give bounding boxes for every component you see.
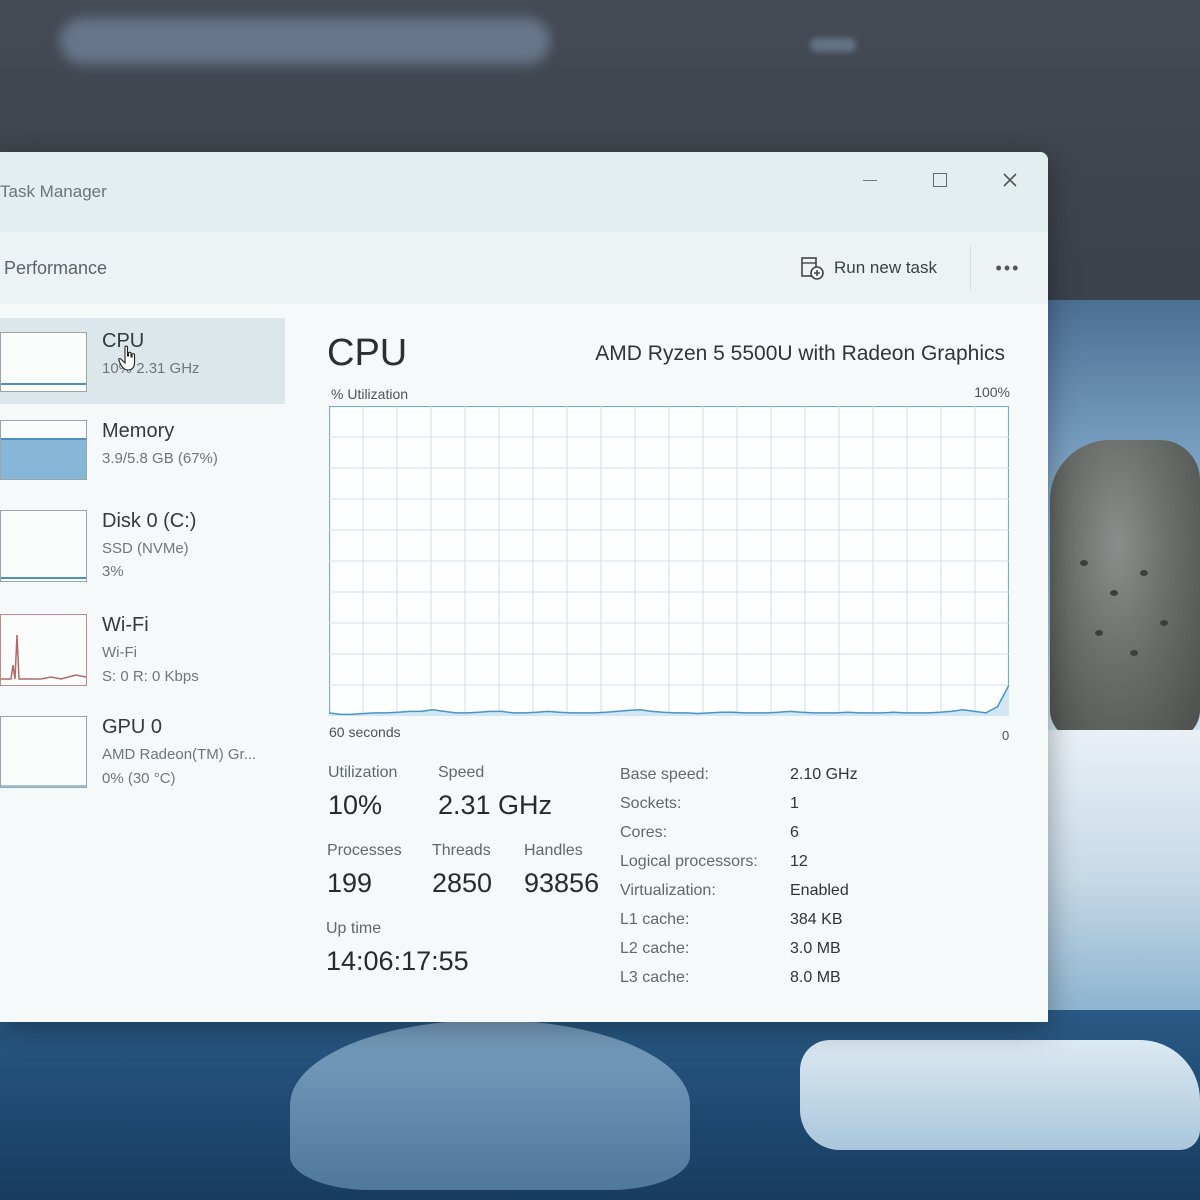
wifi-thumbnail-graph: [0, 614, 87, 686]
blurred-window-controls: [810, 38, 856, 52]
sidebar-item-subtitle: 10% 2.31 GHz: [102, 360, 200, 377]
speed-value: 2.31 GHz: [438, 790, 553, 820]
window-title: Task Manager: [0, 182, 107, 201]
sidebar-item-subtitle: Wi-Fi: [102, 644, 137, 661]
spec-value-logical-processors: 12: [790, 853, 808, 870]
cpu-model-name: AMD Ryzen 5 5500U with Radeon Graphics: [595, 342, 1005, 365]
run-new-task-icon: [801, 257, 824, 280]
spec-key-l3-cache: L3 cache:: [620, 969, 690, 986]
speed-label: Speed: [438, 764, 485, 781]
utilization-value: 10%: [328, 790, 383, 820]
cpu-utilization-graph: [329, 406, 1009, 716]
spec-value-l2-cache: 3.0 MB: [790, 940, 841, 957]
wifi-sparkline: [1, 634, 86, 680]
close-icon: [1003, 173, 1017, 187]
spec-key-base-speed: Base speed:: [620, 766, 709, 783]
sidebar-item-gpu[interactable]: GPU 0 AMD Radeon(TM) Gr... 0% (30 °C): [0, 702, 285, 788]
sidebar-item-detail: 3%: [102, 563, 124, 580]
processes-value: 199: [327, 868, 373, 898]
close-button[interactable]: [990, 160, 1030, 200]
sidebar-item-wifi[interactable]: Wi-Fi Wi-Fi S: 0 R: 0 Kbps: [0, 600, 285, 686]
uptime-value: 14:06:17:55: [326, 946, 469, 976]
sidebar-item-subtitle: AMD Radeon(TM) Gr...: [102, 746, 257, 763]
sidebar-item-disk[interactable]: Disk 0 (C:) SSD (NVMe) 3%: [0, 498, 285, 584]
performance-sidebar: CPU 10% 2.31 GHz Memory 3.9/5.8 GB (67%)…: [0, 304, 300, 1022]
graph-x-right-label: 0: [1002, 728, 1010, 743]
sidebar-item-detail: 0% (30 °C): [102, 770, 176, 787]
minimize-button[interactable]: [850, 160, 890, 200]
maximize-button[interactable]: [920, 160, 960, 200]
graph-x-left-label: 60 seconds: [329, 724, 401, 740]
processes-label: Processes: [327, 842, 402, 859]
run-new-task-button[interactable]: Run new task: [800, 252, 937, 284]
sidebar-item-subtitle: 3.9/5.8 GB (67%): [102, 450, 218, 467]
threads-value: 2850: [432, 868, 493, 898]
wallpaper-ice-reflection: [290, 1020, 690, 1190]
memory-thumbnail-graph: [0, 420, 87, 480]
disk-thumbnail-graph: [0, 510, 87, 582]
sidebar-item-cpu[interactable]: CPU 10% 2.31 GHz: [0, 318, 285, 404]
spec-value-cores: 6: [790, 824, 799, 841]
spec-key-l1-cache: L1 cache:: [620, 911, 690, 928]
wallpaper-seal: [1050, 440, 1200, 740]
blurred-window-title: [60, 18, 550, 64]
uptime-label: Up time: [326, 920, 382, 937]
mouse-cursor-icon: [118, 345, 136, 371]
more-options-button[interactable]: •••: [988, 252, 1028, 284]
handles-label: Handles: [524, 842, 583, 859]
spec-value-l1-cache: 384 KB: [790, 911, 843, 928]
spec-key-virtualization: Virtualization:: [620, 882, 716, 899]
run-new-task-label: Run new task: [834, 258, 937, 277]
sidebar-item-title: Wi-Fi: [102, 614, 149, 636]
spec-value-virtualization: Enabled: [790, 882, 849, 899]
spec-value-base-speed: 2.10 GHz: [790, 766, 858, 783]
page-title: Performance: [4, 258, 108, 278]
graph-grid: [329, 406, 1009, 716]
cpu-detail-panel: CPU AMD Ryzen 5 5500U with Radeon Graphi…: [300, 304, 1048, 1022]
toolbar-separator: [970, 246, 971, 290]
title-bar[interactable]: Task Manager: [0, 152, 1048, 232]
graph-y-label: % Utilization: [331, 386, 409, 402]
cpu-heading: CPU: [327, 332, 408, 374]
sidebar-item-subtitle: SSD (NVMe): [102, 540, 189, 557]
graph-y-max-label: 100%: [974, 384, 1010, 400]
utilization-label: Utilization: [328, 764, 398, 781]
sidebar-item-title: Memory: [102, 420, 175, 442]
gpu-thumbnail-graph: [0, 716, 87, 788]
spec-value-l3-cache: 8.0 MB: [790, 969, 841, 986]
spec-key-logical-processors: Logical processors:: [620, 853, 758, 870]
spec-key-cores: Cores:: [620, 824, 668, 841]
wallpaper-ice: [1040, 730, 1200, 1010]
more-icon: •••: [995, 257, 1021, 278]
sidebar-item-memory[interactable]: Memory 3.9/5.8 GB (67%): [0, 408, 285, 494]
threads-label: Threads: [432, 842, 491, 859]
sidebar-item-title: Disk 0 (C:): [102, 510, 197, 532]
cpu-thumbnail-graph: [0, 332, 87, 392]
task-manager-window: Task Manager Performance Run new task ••: [0, 152, 1048, 1022]
spec-key-l2-cache: L2 cache:: [620, 940, 690, 957]
handles-value: 93856: [524, 868, 600, 898]
sidebar-item-detail: S: 0 R: 0 Kbps: [102, 668, 199, 685]
minimize-icon: [863, 179, 877, 181]
toolbar: Performance Run new task •••: [0, 232, 1048, 304]
wallpaper-ice-floe: [800, 1040, 1200, 1150]
maximize-icon: [933, 173, 947, 187]
sidebar-item-title: GPU 0: [102, 716, 163, 738]
spec-value-sockets: 1: [790, 795, 799, 812]
spec-key-sockets: Sockets:: [620, 795, 682, 812]
